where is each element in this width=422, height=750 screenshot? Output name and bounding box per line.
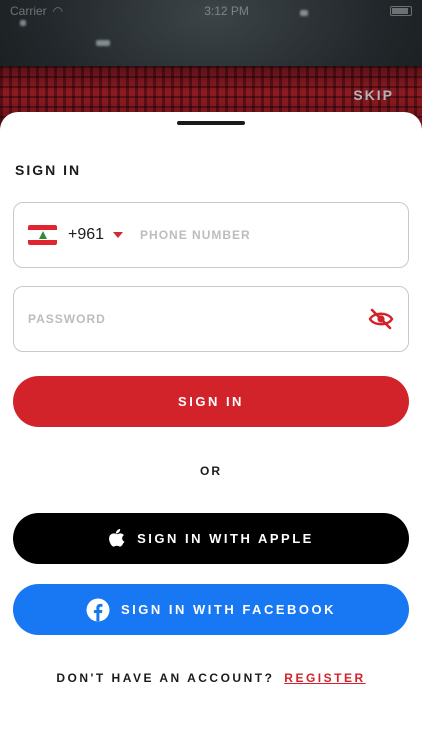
- apple-icon: [109, 529, 125, 547]
- sign-in-button[interactable]: SIGN IN: [13, 376, 409, 427]
- phone-number-input[interactable]: [140, 228, 381, 242]
- password-field: [13, 286, 409, 352]
- country-code[interactable]: +961: [68, 226, 104, 244]
- facebook-button-label: SIGN IN WITH FACEBOOK: [121, 602, 336, 617]
- register-prompt-text: DON'T HAVE AN ACCOUNT?: [56, 671, 275, 685]
- battery-icon: [389, 6, 412, 16]
- sheet-grabber[interactable]: [177, 121, 245, 125]
- register-link[interactable]: REGISTER: [284, 671, 365, 685]
- register-prompt: DON'T HAVE AN ACCOUNT? REGISTER: [0, 671, 422, 685]
- carrier-label: Carrier: [10, 4, 47, 18]
- sign-in-sheet: SIGN IN +961 SIGN IN OR SIGN IN WITH APP…: [0, 112, 422, 750]
- country-dropdown-icon[interactable]: [113, 232, 124, 238]
- status-bar: Carrier ◠ 3:12 PM: [0, 0, 422, 22]
- sign-in-with-apple-button[interactable]: SIGN IN WITH APPLE: [13, 513, 409, 564]
- or-divider: OR: [200, 464, 222, 478]
- password-input[interactable]: [28, 312, 348, 326]
- facebook-icon: [86, 598, 110, 621]
- phone-field: +961: [13, 202, 409, 268]
- apple-button-label: SIGN IN WITH APPLE: [137, 531, 314, 546]
- skip-button[interactable]: SKIP: [353, 87, 394, 103]
- lebanon-flag-icon: [28, 225, 57, 245]
- sign-in-button-label: SIGN IN: [178, 394, 244, 409]
- eye-slash-icon[interactable]: [368, 308, 394, 330]
- page-title: SIGN IN: [15, 162, 82, 178]
- clock: 3:12 PM: [204, 4, 249, 18]
- sign-in-with-facebook-button[interactable]: SIGN IN WITH FACEBOOK: [13, 584, 409, 635]
- wifi-icon: ◠: [52, 4, 64, 18]
- ceiling-light: [96, 40, 110, 46]
